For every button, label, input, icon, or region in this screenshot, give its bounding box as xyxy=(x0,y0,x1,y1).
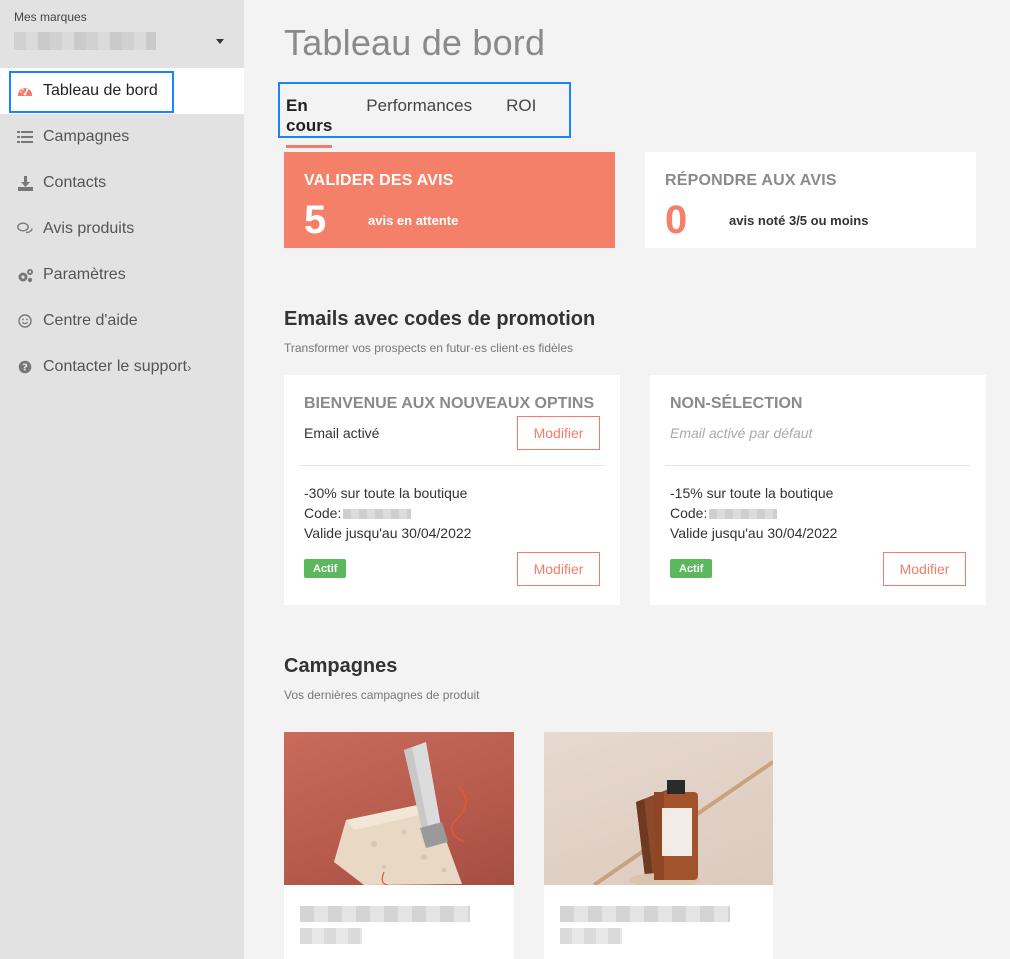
brand-label: Mes marques xyxy=(14,10,87,24)
brand-name-redacted xyxy=(14,32,156,50)
sidebar-item-label: Contacts xyxy=(43,174,107,191)
sidebar-item-label: Campagnes xyxy=(43,128,130,145)
svg-text:?: ? xyxy=(22,363,28,374)
dashboard-icon xyxy=(16,82,34,100)
question-circle-icon: ? xyxy=(16,358,34,376)
sidebar-item-dashboard[interactable]: Tableau de bord xyxy=(0,68,244,114)
sidebar-item-settings[interactable]: Paramètres xyxy=(0,252,244,298)
sidebar: Mes marques Tableau de bord Campagnes Co… xyxy=(0,0,244,959)
campaign-image xyxy=(544,732,773,885)
promo-section-title: Emails avec codes de promotion xyxy=(284,308,596,330)
card-subtitle: avis noté 3/5 ou moins xyxy=(729,213,869,228)
campaign-card[interactable] xyxy=(284,732,514,959)
campaign-image xyxy=(284,732,514,885)
card-title: VALIDER DES AVIS xyxy=(304,172,454,189)
promo-card-title: NON-SÉLECTION xyxy=(670,395,803,412)
tab-roi[interactable]: ROI xyxy=(506,96,536,116)
status-badge: Actif xyxy=(304,559,347,578)
promo-code-line: Code: xyxy=(670,505,778,521)
validity-text: Valide jusqu'au 30/04/2022 xyxy=(304,525,472,541)
campaigns-section-title: Campagnes xyxy=(284,655,398,677)
modify-code-button[interactable]: Modifier xyxy=(517,552,600,586)
main-content: Tableau de bord En cours Performances RO… xyxy=(244,0,1010,959)
code-label: Code: xyxy=(304,505,342,521)
sidebar-item-label: Centre d'aide xyxy=(43,312,138,329)
campaigns-section-subtitle: Vos dernières campagnes de produit xyxy=(284,688,480,702)
gears-icon xyxy=(16,266,34,284)
download-icon xyxy=(16,174,34,192)
discount-text: -15% sur toute la boutique xyxy=(670,485,834,501)
sidebar-item-label: Tableau de bord xyxy=(43,82,158,99)
tab-performances[interactable]: Performances xyxy=(366,96,472,116)
promo-card-non-selection: NON-SÉLECTION Email activé par défaut -1… xyxy=(650,375,986,605)
modify-email-button[interactable]: Modifier xyxy=(517,416,600,450)
caret-down-icon xyxy=(216,38,224,44)
promo-section-subtitle: Transformer vos prospects en futur·es cl… xyxy=(284,341,574,355)
page-title: Tableau de bord xyxy=(284,22,546,63)
modify-code-button[interactable]: Modifier xyxy=(883,552,966,586)
comments-icon xyxy=(16,220,34,238)
campaign-meta-redacted xyxy=(560,928,622,944)
divider xyxy=(665,465,971,466)
validate-reviews-card[interactable]: VALIDER DES AVIS 5 avis en attente xyxy=(284,152,615,248)
brand-dropdown[interactable] xyxy=(14,32,230,50)
pending-count: 5 xyxy=(304,198,327,242)
brand-selector[interactable]: Mes marques xyxy=(0,0,244,68)
smile-icon xyxy=(16,312,34,330)
sidebar-item-label: Contacter le support xyxy=(43,358,188,375)
status-badge: Actif xyxy=(670,559,713,578)
tab-bar: En cours Performances ROI xyxy=(278,82,571,148)
list-icon xyxy=(16,128,34,146)
promo-code-line: Code: xyxy=(304,505,412,521)
sidebar-item-help-center[interactable]: Centre d'aide xyxy=(0,298,244,344)
campaign-name-redacted xyxy=(300,906,470,922)
sidebar-item-campaigns[interactable]: Campagnes xyxy=(0,114,244,160)
code-label: Code: xyxy=(670,505,708,521)
validity-text: Valide jusqu'au 30/04/2022 xyxy=(670,525,838,541)
discount-text: -30% sur toute la boutique xyxy=(304,485,468,501)
promo-code-redacted xyxy=(709,509,778,520)
sidebar-item-label: Avis produits xyxy=(43,220,135,237)
promo-card-welcome: BIENVENUE AUX NOUVEAUX OPTINS Email acti… xyxy=(284,375,620,605)
campaign-meta-redacted xyxy=(300,928,362,944)
sidebar-item-label: Paramètres xyxy=(43,266,126,283)
campaign-name-redacted xyxy=(560,906,730,922)
divider xyxy=(299,465,605,466)
low-rated-count: 0 xyxy=(665,198,688,242)
campaign-card[interactable] xyxy=(544,732,773,959)
email-status: Email activé par défaut xyxy=(670,425,813,441)
sidebar-item-reviews[interactable]: Avis produits xyxy=(0,206,244,252)
sidebar-item-contacts[interactable]: Contacts xyxy=(0,160,244,206)
card-title: RÉPONDRE AUX AVIS xyxy=(665,172,837,189)
promo-card-title: BIENVENUE AUX NOUVEAUX OPTINS xyxy=(304,395,595,412)
promo-code-redacted xyxy=(343,509,412,520)
sidebar-item-contact-support[interactable]: ? Contacter le support › xyxy=(0,344,244,390)
chevron-right-icon: › xyxy=(187,359,192,375)
reply-reviews-card[interactable]: RÉPONDRE AUX AVIS 0 avis noté 3/5 ou moi… xyxy=(645,152,976,248)
card-subtitle: avis en attente xyxy=(368,213,459,228)
email-status: Email activé xyxy=(304,425,380,441)
tab-en-cours[interactable]: En cours xyxy=(286,96,333,148)
